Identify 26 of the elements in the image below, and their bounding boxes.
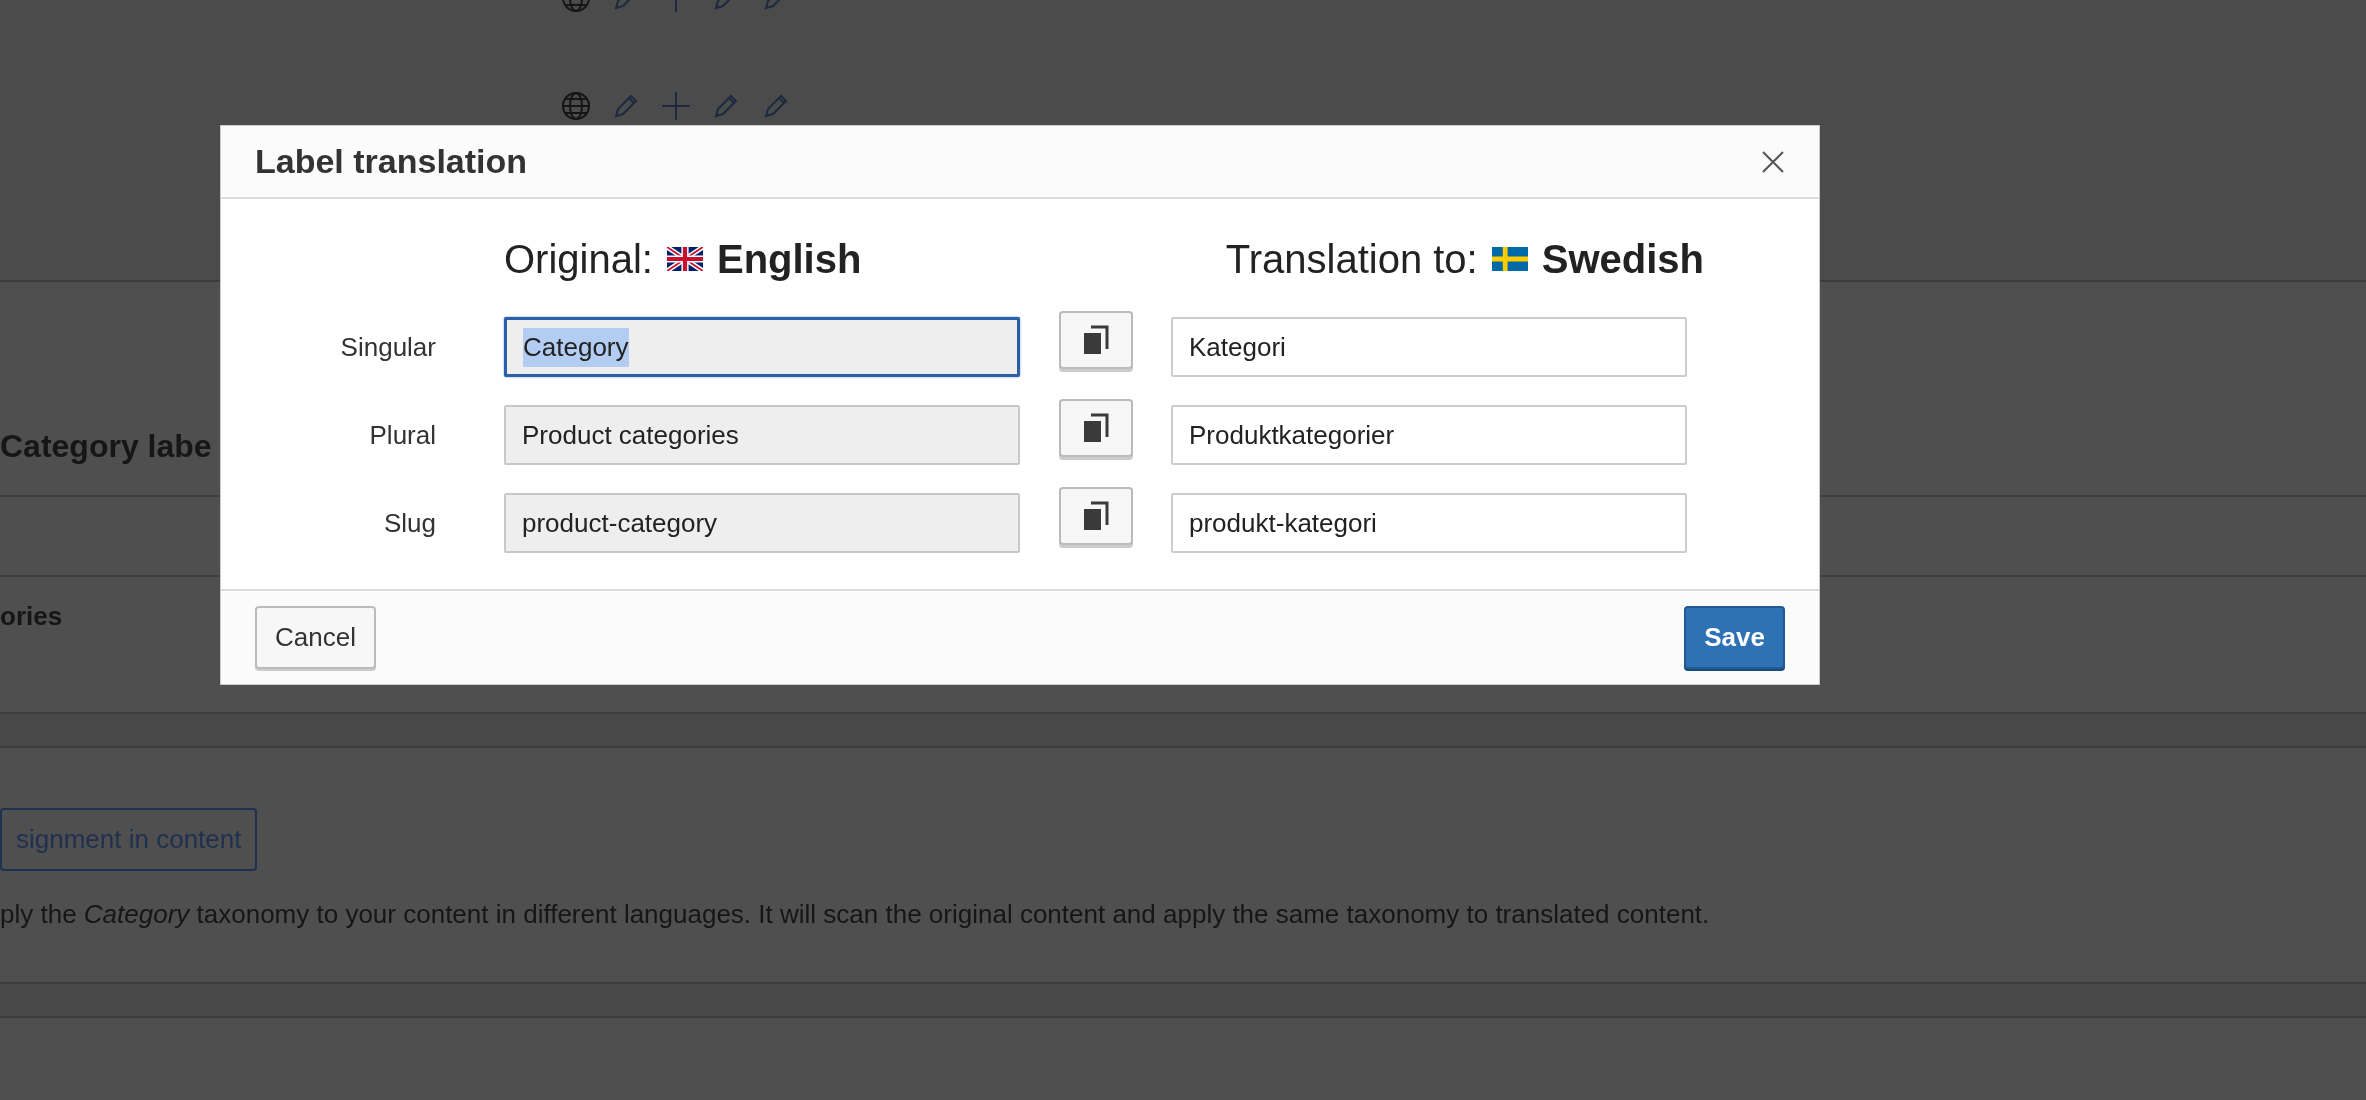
globe-icon[interactable] [560, 90, 592, 122]
text-field[interactable]: product-category [504, 493, 1020, 553]
plus-icon[interactable] [660, 90, 692, 122]
field-label: ories [0, 600, 63, 633]
description-text: ply the Category taxonomy to your content in different languages. It will scan the original content and apply the same taxonomy to translated content. [0, 898, 1711, 931]
cancel-button[interactable]: Cancel [255, 606, 376, 669]
copy-button[interactable] [1059, 487, 1133, 545]
flag-icon [1491, 247, 1528, 271]
field-label: Singular [340, 330, 436, 364]
flag-icon [666, 247, 703, 271]
language-name: Swedish [1541, 236, 1704, 283]
save-button[interactable]: Save [1684, 606, 1785, 669]
text-field[interactable]: Product categories [504, 405, 1020, 465]
copy-button[interactable] [1059, 311, 1133, 369]
copy-button[interactable] [1059, 399, 1133, 457]
language-name: English [716, 236, 862, 283]
section-heading: Category labe [0, 427, 212, 466]
text-field[interactable]: produkt-kategori [1171, 493, 1687, 553]
text-field[interactable]: Category [504, 317, 1020, 377]
column-label: Translation to: [1225, 236, 1478, 283]
field-label: Slug [383, 506, 436, 540]
column-label: Original: [504, 236, 653, 283]
dialog-title: Label translation [255, 141, 528, 182]
text-field[interactable]: Produktkategorier [1171, 405, 1687, 465]
field-label: Plural [369, 418, 436, 452]
text-field[interactable]: Kategori [1171, 317, 1687, 377]
